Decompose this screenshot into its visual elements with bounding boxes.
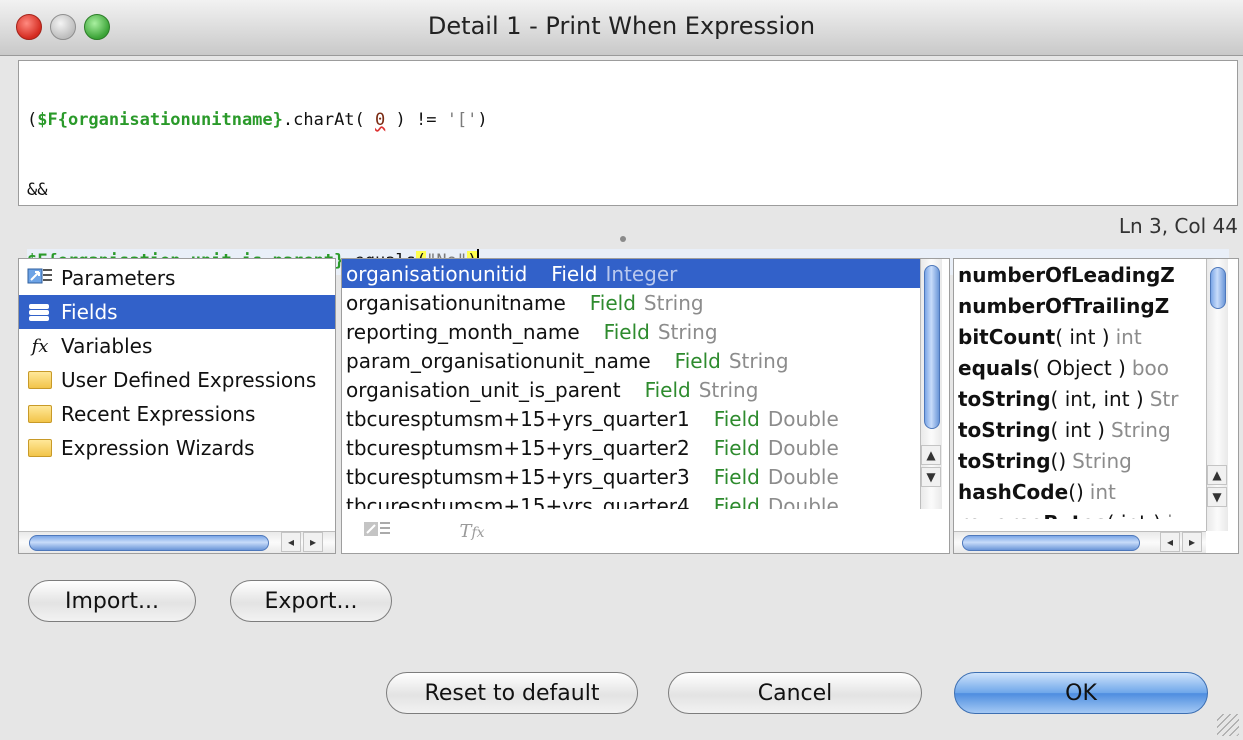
list-item[interactable]: bitCount( int ) int xyxy=(954,321,1206,352)
category-label: Recent Expressions xyxy=(61,402,256,426)
list-item[interactable]: toString() String xyxy=(954,445,1206,476)
category-label: User Defined Expressions xyxy=(61,368,317,392)
list-item[interactable]: toString( int ) String xyxy=(954,414,1206,445)
list-item[interactable]: toString( int, int ) Str xyxy=(954,383,1206,414)
folder-icon xyxy=(25,405,55,423)
category-label: Parameters xyxy=(61,266,176,290)
folder-icon xyxy=(25,371,55,389)
ok-button[interactable]: OK xyxy=(954,672,1208,714)
resize-grip-icon[interactable] xyxy=(1217,714,1239,736)
fields-toolbar: Tfx xyxy=(342,509,920,553)
insert-field-icon[interactable] xyxy=(358,515,398,547)
scroll-up-icon[interactable]: ▲ xyxy=(1207,465,1227,485)
splitter-handle[interactable] xyxy=(620,236,626,242)
list-item[interactable]: tbcuresptumsm+15+yrs_quarter4 Field Double xyxy=(342,491,920,510)
scroll-down-icon[interactable]: ▼ xyxy=(1207,487,1227,507)
parameters-icon xyxy=(25,266,55,290)
category-user-defined-expressions[interactable]: User Defined Expressions xyxy=(19,363,335,397)
list-item[interactable]: organisationunitid Field Integer xyxy=(342,259,920,288)
category-fields[interactable]: Fields xyxy=(19,295,335,329)
import-button[interactable]: Import... xyxy=(28,580,196,622)
category-horizontal-scrollbar[interactable]: ◂ ▸ xyxy=(19,531,335,553)
methods-list[interactable]: numberOfLeadingZ numberOfTrailingZ bitCo… xyxy=(954,259,1206,520)
reset-to-default-button[interactable]: Reset to default xyxy=(386,672,638,714)
list-item[interactable]: hashCode() int xyxy=(954,476,1206,507)
list-item[interactable]: param_organisationunit_name Field String xyxy=(342,346,920,375)
print-when-expression-dialog: Detail 1 - Print When Expression ($F{org… xyxy=(0,0,1243,740)
title-bar[interactable]: Detail 1 - Print When Expression xyxy=(0,0,1243,56)
list-item[interactable]: tbcuresptumsm+15+yrs_quarter2 Field Double xyxy=(342,433,920,462)
scroll-right-icon[interactable]: ▸ xyxy=(303,532,323,552)
fields-list[interactable]: organisationunitid Field Integer organisat… xyxy=(342,259,920,509)
fields-icon xyxy=(25,300,55,324)
insert-function-icon[interactable]: Tfx xyxy=(452,515,492,547)
scrollbar-thumb[interactable] xyxy=(962,535,1140,551)
scroll-right-icon[interactable]: ▸ xyxy=(1182,532,1202,552)
list-item[interactable]: reverseBytes( int )i xyxy=(954,507,1206,520)
list-item[interactable]: numberOfTrailingZ xyxy=(954,290,1206,321)
scrollbar-thumb[interactable] xyxy=(924,265,940,429)
cursor-position-status: Ln 3, Col 44 xyxy=(1118,214,1238,238)
list-item[interactable]: organisationunitname Field String xyxy=(342,288,920,317)
fields-list-panel: organisationunitid Field Integer organisat… xyxy=(341,258,950,554)
category-label: Fields xyxy=(61,300,118,324)
list-item[interactable]: tbcuresptumsm+15+yrs_quarter3 Field Double xyxy=(342,462,920,491)
category-recent-expressions[interactable]: Recent Expressions xyxy=(19,397,335,431)
code-line-2: && xyxy=(27,180,48,200)
category-list: Parameters Fields fx Variables User Defi… xyxy=(18,258,336,554)
list-item[interactable]: tbcuresptumsm+15+yrs_quarter1 Field Double xyxy=(342,404,920,433)
list-item[interactable]: numberOfLeadingZ xyxy=(954,259,1206,290)
window-title: Detail 1 - Print When Expression xyxy=(427,12,816,40)
category-label: Expression Wizards xyxy=(61,436,255,460)
export-button[interactable]: Export... xyxy=(230,580,392,622)
list-item[interactable]: reporting_month_name Field String xyxy=(342,317,920,346)
expression-editor[interactable]: ($F{organisationunitname}.charAt( 0 ) !=… xyxy=(18,60,1238,275)
category-variables[interactable]: fx Variables xyxy=(19,329,335,363)
scrollbar-thumb[interactable] xyxy=(1210,267,1226,309)
category-expression-wizards[interactable]: Expression Wizards xyxy=(19,431,335,465)
fields-vertical-scrollbar[interactable]: ▲ ▼ xyxy=(920,259,942,509)
category-label: Variables xyxy=(61,334,153,358)
scrollbar-thumb[interactable] xyxy=(29,535,269,551)
scroll-up-icon[interactable]: ▲ xyxy=(921,445,941,465)
fx-icon: fx xyxy=(31,335,49,357)
list-item[interactable]: equals( Object ) boo xyxy=(954,352,1206,383)
code-line-1: ($F{organisationunitname}.charAt( 0 ) !=… xyxy=(27,110,488,130)
category-parameters[interactable]: Parameters xyxy=(19,261,335,295)
list-item[interactable]: organisation_unit_is_parent Field String xyxy=(342,375,920,404)
scroll-down-icon[interactable]: ▼ xyxy=(921,467,941,487)
scroll-left-icon[interactable]: ◂ xyxy=(1160,532,1180,552)
methods-vertical-scrollbar[interactable]: ▲ ▼ xyxy=(1206,259,1228,531)
methods-list-panel: numberOfLeadingZ numberOfTrailingZ bitCo… xyxy=(953,258,1239,554)
cancel-button[interactable]: Cancel xyxy=(668,672,922,714)
methods-horizontal-scrollbar[interactable]: ◂ ▸ xyxy=(954,531,1206,553)
folder-icon xyxy=(25,439,55,457)
scroll-left-icon[interactable]: ◂ xyxy=(281,532,301,552)
